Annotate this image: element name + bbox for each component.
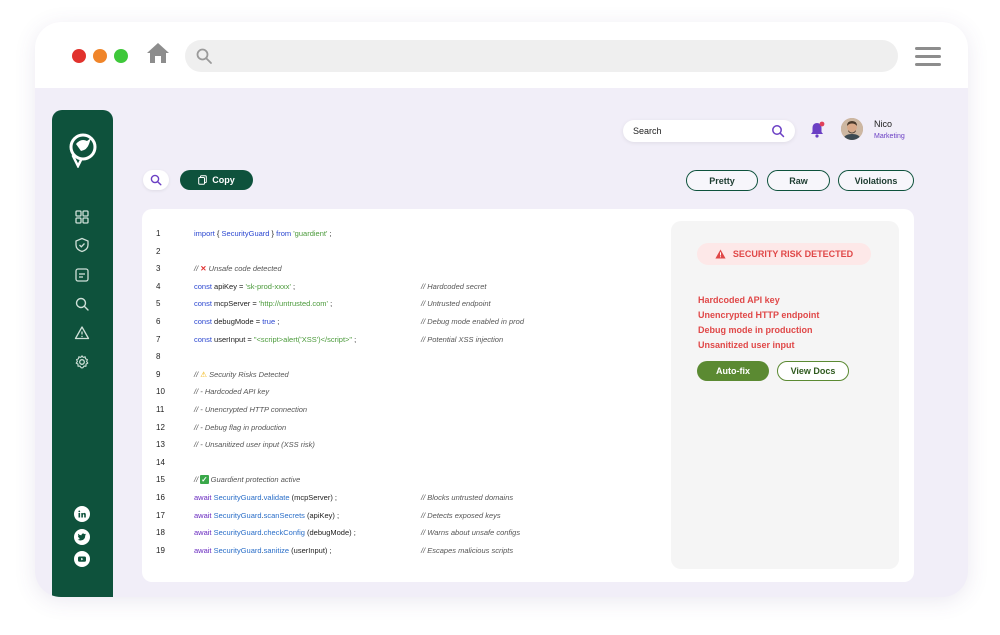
user-name: Nico bbox=[874, 119, 893, 129]
header-search bbox=[623, 120, 795, 142]
tab-pretty[interactable]: Pretty bbox=[686, 170, 758, 191]
code-line: // ✓ Guardient protection active bbox=[194, 475, 301, 485]
code-line: // ⚠ Security Risks Detected bbox=[194, 369, 289, 379]
code-card: 1 import { SecurityGuard } from 'guardien… bbox=[142, 209, 914, 582]
search-input[interactable] bbox=[633, 123, 768, 139]
youtube-glyph bbox=[78, 556, 86, 562]
twitter-glyph bbox=[77, 533, 87, 541]
view-docs-button[interactable]: View Docs bbox=[777, 361, 849, 381]
menu-line bbox=[915, 47, 941, 50]
avatar[interactable] bbox=[841, 118, 863, 140]
risk-badge-label: SECURITY RISK DETECTED bbox=[732, 249, 854, 259]
code-comment: // Potential XSS injection bbox=[421, 334, 504, 344]
line-number: 14 bbox=[156, 457, 165, 467]
search-icon bbox=[196, 48, 212, 64]
code-line: // - Unsanitized user input (XSS risk) bbox=[194, 440, 315, 450]
code-line: // - Unencrypted HTTP connection bbox=[194, 405, 308, 414]
code-line: // ✕ Unsafe code detected bbox=[194, 264, 282, 274]
risk-item: Unencrypted HTTP endpoint bbox=[698, 310, 820, 320]
home-icon[interactable] bbox=[145, 40, 171, 66]
line-number: 4 bbox=[156, 281, 161, 291]
line-number: 16 bbox=[156, 493, 165, 502]
risk-item: Unsanitized user input bbox=[698, 340, 795, 350]
line-number: 12 bbox=[156, 422, 165, 432]
tab-violations[interactable]: Violations bbox=[838, 170, 914, 191]
copy-icon bbox=[198, 175, 208, 185]
url-bar[interactable] bbox=[185, 40, 898, 72]
code-comment: // Debug mode enabled in prod bbox=[421, 317, 524, 326]
sidebar bbox=[52, 110, 113, 597]
risk-badge: SECURITY RISK DETECTED bbox=[697, 243, 871, 265]
guardient-logo bbox=[69, 133, 97, 168]
line-number: 7 bbox=[156, 334, 161, 344]
user-role: Marketing bbox=[874, 133, 905, 140]
line-number: 6 bbox=[156, 317, 161, 326]
code-comment: // Hardcoded secret bbox=[421, 281, 487, 291]
terminal-icon[interactable] bbox=[74, 267, 90, 283]
line-number: 9 bbox=[156, 369, 161, 379]
line-number: 2 bbox=[156, 246, 161, 256]
search-icon bbox=[150, 174, 162, 186]
code-line: // - Hardcoded API key bbox=[194, 387, 270, 397]
maximize-window-dot[interactable] bbox=[114, 49, 128, 63]
menu-line bbox=[915, 55, 941, 58]
code-search-button[interactable] bbox=[143, 170, 169, 190]
browser-window: Nico Marketing Copy Pretty Raw Violation… bbox=[35, 22, 968, 597]
risk-item: Debug mode in production bbox=[698, 325, 813, 335]
dashboard-icon[interactable] bbox=[74, 209, 90, 225]
avatar-image bbox=[841, 118, 863, 140]
linkedin-icon[interactable] bbox=[74, 506, 90, 522]
auto-fix-button[interactable]: Auto-fix bbox=[697, 361, 769, 381]
code-comment: // Blocks untrusted domains bbox=[421, 493, 514, 502]
youtube-icon[interactable] bbox=[74, 551, 90, 567]
code-line: const debugMode = true ; bbox=[194, 317, 280, 326]
copy-button[interactable]: Copy bbox=[180, 170, 253, 190]
tab-raw[interactable]: Raw bbox=[767, 170, 830, 191]
search-icon[interactable] bbox=[771, 124, 785, 138]
menu-icon[interactable] bbox=[915, 47, 941, 67]
code-comment: // Untrusted endpoint bbox=[421, 299, 491, 309]
warning-icon[interactable] bbox=[74, 325, 90, 341]
line-number: 5 bbox=[156, 299, 161, 309]
code-line: await SecurityGuard.checkConfig (debugMo… bbox=[194, 528, 356, 538]
search-icon[interactable] bbox=[74, 296, 90, 312]
code-line: import { SecurityGuard } from 'guardient… bbox=[194, 229, 332, 238]
code-line: // - Debug flag in production bbox=[194, 422, 287, 432]
menu-line bbox=[915, 63, 941, 66]
shield-icon[interactable] bbox=[74, 237, 90, 253]
code-comment: // Warns about unsafe configs bbox=[421, 528, 521, 538]
code-line: await SecurityGuard.scanSecrets (apiKey)… bbox=[194, 510, 340, 520]
minimize-window-dot[interactable] bbox=[93, 49, 107, 63]
twitter-icon[interactable] bbox=[74, 529, 90, 545]
close-window-dot[interactable] bbox=[72, 49, 86, 63]
line-number: 11 bbox=[156, 405, 165, 414]
line-number: 13 bbox=[156, 440, 165, 450]
line-number: 10 bbox=[156, 387, 165, 397]
line-number: 19 bbox=[156, 545, 165, 555]
code-line: const userInput = "<script>alert('XSS')<… bbox=[194, 334, 357, 344]
browser-topbar bbox=[35, 22, 968, 88]
code-line: await SecurityGuard.validate (mcpServer)… bbox=[194, 493, 338, 502]
code-line: const apiKey = 'sk-prod-xxxx' ; bbox=[194, 281, 296, 291]
code-comment: // Escapes malicious scripts bbox=[421, 545, 514, 555]
line-number: 17 bbox=[156, 510, 165, 520]
code-line: await SecurityGuard.sanitize (userInput)… bbox=[194, 545, 332, 555]
line-number: 15 bbox=[156, 475, 165, 485]
code-line: const mcpServer = 'http://untrusted.com'… bbox=[194, 299, 333, 309]
warning-icon bbox=[715, 249, 726, 259]
code-comment: // Detects exposed keys bbox=[421, 510, 501, 520]
notification-bell-icon[interactable] bbox=[808, 120, 826, 140]
line-number: 3 bbox=[156, 264, 161, 274]
risk-panel: SECURITY RISK DETECTED Hardcoded API key… bbox=[671, 221, 899, 569]
linkedin-glyph bbox=[78, 510, 86, 518]
line-number: 18 bbox=[156, 528, 165, 538]
copy-button-label: Copy bbox=[212, 175, 235, 185]
settings-icon[interactable] bbox=[74, 354, 90, 370]
risk-item: Hardcoded API key bbox=[698, 295, 780, 305]
line-number: 1 bbox=[156, 229, 161, 238]
line-number: 8 bbox=[156, 352, 161, 362]
